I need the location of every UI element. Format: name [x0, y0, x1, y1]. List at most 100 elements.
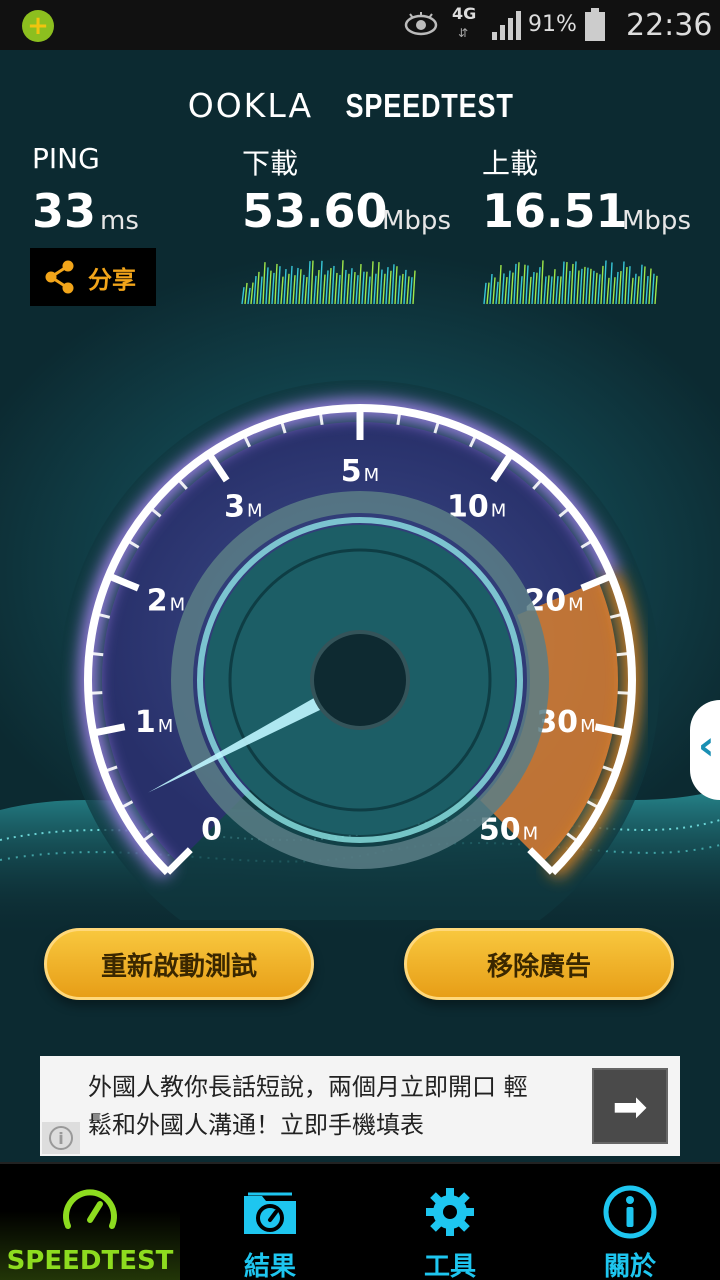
graph-bar — [241, 287, 245, 305]
graph-bar — [594, 272, 598, 305]
graph-bar — [522, 264, 526, 305]
graph-bar — [310, 260, 314, 305]
upload-unit: Mbps — [622, 206, 691, 236]
graph-bar — [253, 275, 257, 305]
graph-bar — [262, 262, 266, 305]
graph-bar — [301, 274, 305, 305]
side-drawer-handle[interactable]: ‹ — [690, 700, 720, 800]
graph-bar — [352, 272, 356, 305]
ad-banner[interactable]: 外國人教你長話短說，兩個月立即開口 輕 鬆和外國人溝通！立即手機填表 i ➡ — [40, 1056, 680, 1156]
graph-bar — [319, 260, 323, 305]
graph-bar — [627, 266, 631, 305]
upload-value: 16.51 — [482, 184, 628, 238]
graph-bar — [504, 277, 508, 305]
graph-bar — [570, 263, 574, 305]
graph-bar — [376, 262, 380, 305]
graph-bar — [495, 281, 499, 305]
graph-bar — [507, 270, 511, 305]
graph-bar — [531, 271, 535, 305]
ookla-logo-text: OOKLA — [187, 86, 314, 125]
info-icon — [603, 1185, 657, 1239]
graph-bar — [298, 269, 302, 305]
graph-bar — [280, 276, 284, 305]
graph-bar — [510, 272, 514, 305]
graph-bar — [379, 269, 383, 305]
battery-percent: 91% — [528, 12, 577, 37]
upload-graph — [483, 260, 658, 305]
graph-bar — [265, 267, 269, 305]
app-logo: OOKLA SPEEDTEST — [0, 86, 720, 125]
graph-bar — [388, 270, 392, 305]
graph-bar — [630, 277, 634, 305]
tab-speedtest-label: SPEEDTEST — [6, 1246, 174, 1276]
speed-gauge: 01 M2 M3 M5 M10 M20 M30 M50 M — [60, 380, 660, 920]
graph-bar — [274, 263, 278, 305]
graph-bar — [618, 270, 622, 305]
download-graph — [241, 260, 416, 305]
ad-open-button[interactable]: ➡ — [592, 1068, 668, 1144]
status-bar: + 4G ⇵ 91% 22:36 — [0, 0, 720, 50]
graph-bar — [600, 265, 604, 305]
graph-bar — [322, 274, 326, 305]
graph-bar — [549, 276, 553, 305]
restart-test-button[interactable]: 重新啟動測試 — [44, 928, 314, 1000]
graph-bar — [645, 276, 649, 305]
graph-bar — [624, 267, 628, 305]
remove-ads-button[interactable]: 移除廣告 — [404, 928, 674, 1000]
graph-bar — [289, 265, 293, 305]
graph-bar — [277, 266, 281, 305]
clock: 22:36 — [626, 8, 713, 43]
graph-bar — [316, 269, 320, 305]
graph-bar — [259, 276, 263, 305]
info-icon: i — [49, 1126, 73, 1150]
tab-speedtest[interactable]: SPEEDTEST — [0, 1164, 180, 1280]
graph-bar — [576, 270, 580, 305]
graph-bar — [334, 272, 338, 305]
graph-bar — [582, 266, 586, 305]
tab-about[interactable]: 關於 — [540, 1164, 720, 1280]
tab-tools[interactable]: 工具 — [360, 1164, 540, 1280]
gauge-minor-tick — [616, 652, 629, 657]
graph-bar — [603, 260, 607, 305]
graph-bar — [654, 275, 658, 305]
graph-bar — [331, 265, 335, 305]
graph-bar — [516, 262, 520, 305]
tab-results[interactable]: 結果 — [180, 1164, 360, 1280]
graph-bar — [498, 265, 502, 305]
graph-bar — [489, 273, 493, 305]
graph-bar — [564, 262, 568, 305]
graph-bar — [343, 269, 347, 305]
graph-bar — [552, 269, 556, 305]
graph-bar — [606, 277, 610, 305]
graph-bar — [373, 273, 377, 305]
graph-bar — [307, 261, 311, 305]
graph-bar — [286, 273, 290, 305]
graph-bar — [561, 261, 565, 305]
graph-bar — [519, 276, 523, 305]
graph-bar — [295, 267, 299, 305]
share-button[interactable]: 分享 — [30, 248, 156, 306]
graph-bar — [382, 273, 386, 305]
graph-bar — [364, 271, 368, 305]
ad-text-line-1: 外國人教你長話短說，兩個月立即開口 輕 — [88, 1073, 528, 1101]
graph-bar — [340, 260, 344, 305]
upload-label: 上載 — [482, 147, 539, 180]
graph-bar — [325, 270, 329, 305]
ping-value: 33 — [32, 184, 97, 238]
ad-info-button[interactable]: i — [42, 1122, 80, 1154]
graph-bar — [612, 277, 616, 305]
network-type: 4G — [452, 4, 477, 23]
graph-bar — [621, 261, 625, 305]
download-value: 53.60 — [242, 184, 388, 238]
graph-bar — [651, 273, 655, 305]
graph-bar — [247, 287, 251, 305]
graph-bar — [244, 282, 248, 305]
graph-bar — [385, 267, 389, 305]
graph-bar — [636, 276, 640, 305]
graph-bar — [313, 275, 317, 305]
arrow-right-icon: ➡ — [612, 1081, 648, 1131]
graph-bar — [268, 270, 272, 305]
graph-bar — [283, 268, 287, 305]
graph-bar — [483, 282, 487, 305]
graph-bar — [639, 264, 643, 305]
